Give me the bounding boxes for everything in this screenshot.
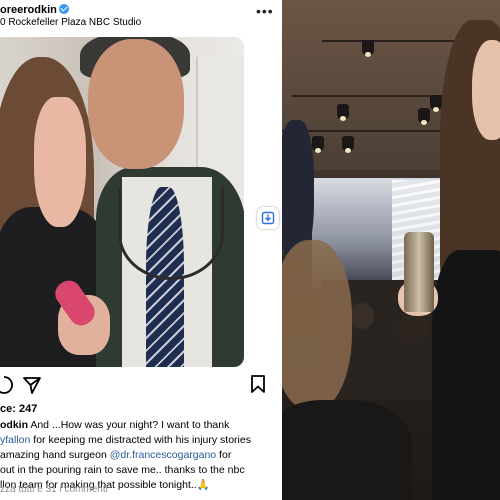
caption-text: out in the pouring rain to save me.. tha…	[0, 464, 245, 476]
spotlight	[342, 136, 354, 153]
spotlight	[362, 40, 374, 57]
caption-text: for	[216, 449, 232, 461]
award-trophy	[404, 232, 434, 312]
caption-mention[interactable]: yfallon	[0, 434, 30, 446]
verified-badge-icon	[58, 4, 69, 14]
stethoscope	[118, 187, 224, 280]
foreground-head	[282, 240, 352, 410]
caption-text: And ...How was your night? I want to tha…	[28, 419, 230, 431]
post-photo[interactable]	[0, 37, 244, 367]
view-comments-link[interactable]: zza tutti e 31 i commenti	[0, 484, 108, 495]
spotlight	[337, 104, 349, 121]
instagram-post-panel: oreerodkin 0 Rockefeller Plaza NBC Studi…	[0, 0, 282, 500]
woman-face	[472, 40, 500, 140]
username[interactable]: oreerodkin	[0, 4, 57, 16]
caption-text: for keeping me distracted with his injur…	[30, 434, 251, 446]
post-location[interactable]: 0 Rockefeller Plaza NBC Studio	[0, 17, 141, 28]
man-face	[88, 39, 184, 169]
caption-text: amazing hand surgeon	[0, 449, 110, 461]
caption-line: out in the pouring rain to save me.. tha…	[0, 463, 282, 478]
download-icon	[261, 211, 275, 225]
caption-line: yfallon for keeping me distracted with h…	[0, 433, 282, 448]
spotlight	[418, 108, 430, 125]
more-icon: •••	[256, 3, 274, 19]
post-action-bar	[0, 373, 282, 395]
spotlight	[312, 136, 324, 153]
foreground-shadow	[282, 120, 314, 260]
comment-icon[interactable]	[0, 375, 14, 395]
caption-line: amazing hand surgeon @dr.francescogargan…	[0, 448, 282, 463]
post-caption: odkin And ...How was your night? I want …	[0, 418, 282, 493]
likes-count[interactable]: ce: 247	[0, 403, 37, 415]
woman-face	[34, 97, 86, 227]
caption-mention[interactable]: @dr.francescogargano	[110, 449, 216, 461]
caption-line: odkin And ...How was your night? I want …	[0, 418, 282, 433]
post-header-user[interactable]: oreerodkin	[0, 4, 69, 16]
share-icon[interactable]	[22, 375, 42, 395]
bookmark-icon[interactable]	[250, 374, 266, 394]
event-photo	[282, 0, 500, 500]
more-options-button[interactable]: •••	[256, 3, 274, 19]
foreground-body	[282, 400, 412, 500]
woman-dress	[432, 250, 500, 500]
caption-username[interactable]: odkin	[0, 419, 28, 431]
save-image-button[interactable]	[257, 207, 279, 229]
